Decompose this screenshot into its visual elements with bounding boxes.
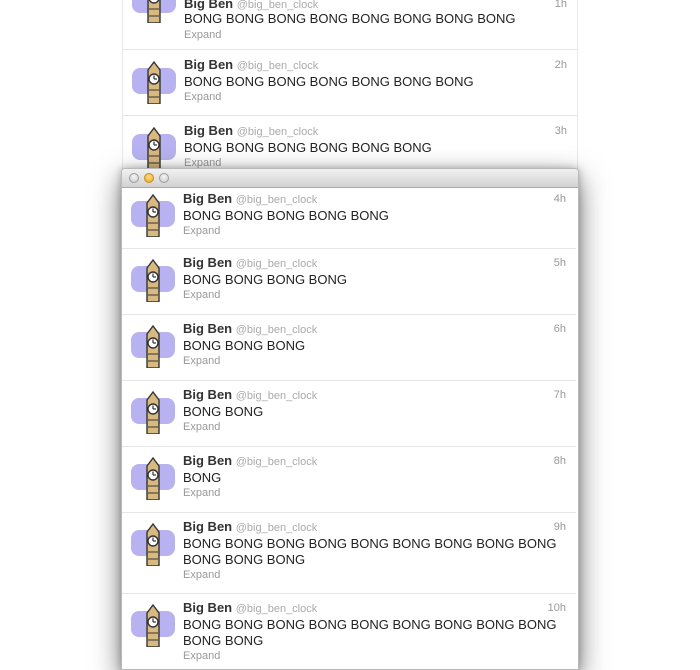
user-name[interactable]: Big Ben: [183, 321, 232, 336]
avatar-big-ben-icon[interactable]: [131, 193, 175, 237]
tweet-text: BONG BONG BONG BONG BONG BONG BONG BONG: [184, 11, 516, 26]
user-name[interactable]: Big Ben: [184, 0, 233, 11]
avatar-big-ben-icon[interactable]: [131, 324, 175, 368]
avatar-big-ben-icon[interactable]: [131, 390, 175, 434]
expand-link[interactable]: Expand: [184, 29, 221, 41]
timestamp[interactable]: 3h: [555, 125, 567, 137]
tweet-header: Big Ben @big_ben_clock: [184, 57, 318, 72]
avatar-big-ben-icon[interactable]: [131, 603, 175, 647]
user-name[interactable]: Big Ben: [183, 600, 232, 615]
user-name[interactable]: Big Ben: [183, 191, 232, 206]
tweet-header: Big Ben @big_ben_clock: [183, 191, 317, 206]
tweet-text: BONG BONG BONG BONG: [183, 272, 347, 287]
tweet-header: Big Ben @big_ben_clock: [183, 387, 317, 402]
window-titlebar[interactable]: [122, 169, 578, 188]
timestamp[interactable]: 9h: [554, 521, 566, 533]
timestamp[interactable]: 4h: [554, 193, 566, 205]
tweet-header: Big Ben @big_ben_clock: [184, 123, 318, 138]
tweet-item[interactable]: Big Ben @big_ben_clock 10h BONG BONG BON…: [122, 594, 576, 669]
tweet-item[interactable]: Big Ben @big_ben_clock 6h BONG BONG BONG…: [122, 315, 576, 381]
tweet-header: Big Ben @big_ben_clock: [183, 321, 317, 336]
timestamp[interactable]: 7h: [554, 389, 566, 401]
tweet-header: Big Ben @big_ben_clock: [183, 600, 317, 615]
avatar-big-ben-icon[interactable]: [131, 258, 175, 302]
timestamp[interactable]: 8h: [554, 455, 566, 467]
expand-link[interactable]: Expand: [184, 91, 221, 103]
timestamp[interactable]: 2h: [555, 59, 567, 71]
user-handle[interactable]: @big_ben_clock: [236, 603, 318, 615]
tweet-item[interactable]: Big Ben @big_ben_clock 8h BONG Expand: [122, 447, 576, 513]
expand-link[interactable]: Expand: [183, 487, 220, 499]
avatar-big-ben-icon[interactable]: [132, 126, 176, 170]
tweet-text: BONG BONG BONG BONG BONG BONG BONG: [184, 74, 474, 89]
tweet-text: BONG BONG: [183, 404, 264, 419]
tweet-item[interactable]: Big Ben @big_ben_clock 4h BONG BONG BONG…: [122, 188, 576, 249]
expand-link[interactable]: Expand: [183, 289, 220, 301]
user-handle[interactable]: @big_ben_clock: [236, 194, 318, 206]
avatar-big-ben-icon[interactable]: [131, 522, 175, 566]
tweet-text: BONG: [183, 470, 222, 485]
user-handle[interactable]: @big_ben_clock: [236, 258, 318, 270]
tweet-item[interactable]: Big Ben @big_ben_clock 5h BONG BONG BONG…: [122, 249, 576, 315]
tweet-header: Big Ben @big_ben_clock: [183, 519, 317, 534]
tweet-item[interactable]: Big Ben @big_ben_clock 1h BONG BONG BONG…: [123, 0, 577, 50]
expand-link[interactable]: Expand: [183, 225, 220, 237]
user-name[interactable]: Big Ben: [183, 255, 232, 270]
background-window: Big Ben @big_ben_clock 1h BONG BONG BONG…: [122, 0, 578, 190]
user-handle[interactable]: @big_ben_clock: [237, 60, 319, 72]
user-name[interactable]: Big Ben: [184, 57, 233, 72]
close-button[interactable]: [129, 173, 139, 183]
user-handle[interactable]: @big_ben_clock: [236, 456, 318, 468]
user-handle[interactable]: @big_ben_clock: [237, 0, 319, 11]
timestamp[interactable]: 10h: [548, 602, 566, 614]
expand-link[interactable]: Expand: [183, 650, 220, 662]
minimize-button[interactable]: [144, 173, 154, 183]
tweet-item[interactable]: Big Ben @big_ben_clock 7h BONG BONG Expa…: [122, 381, 576, 447]
zoom-button[interactable]: [159, 173, 169, 183]
tweet-text: BONG BONG BONG BONG BONG BONG BONG BONG …: [183, 536, 557, 567]
user-name[interactable]: Big Ben: [184, 123, 233, 138]
tweet-item[interactable]: Big Ben @big_ben_clock 2h BONG BONG BONG…: [123, 51, 577, 116]
expand-link[interactable]: Expand: [183, 355, 220, 367]
avatar-big-ben-icon[interactable]: [131, 456, 175, 500]
user-handle[interactable]: @big_ben_clock: [236, 522, 318, 534]
tweet-text: BONG BONG BONG BONG BONG BONG: [184, 140, 432, 155]
user-handle[interactable]: @big_ben_clock: [237, 126, 319, 138]
tweets-window: Big Ben @big_ben_clock 4h BONG BONG BONG…: [121, 168, 579, 670]
user-handle[interactable]: @big_ben_clock: [236, 324, 318, 336]
tweet-header: Big Ben @big_ben_clock: [184, 0, 318, 11]
tweet-header: Big Ben @big_ben_clock: [183, 453, 317, 468]
tweet-text: BONG BONG BONG: [183, 338, 306, 353]
timestamp[interactable]: 6h: [554, 323, 566, 335]
tweet-text: BONG BONG BONG BONG BONG: [183, 208, 389, 223]
expand-link[interactable]: Expand: [183, 569, 220, 581]
user-name[interactable]: Big Ben: [183, 519, 232, 534]
timestamp[interactable]: 1h: [555, 0, 567, 10]
tweet-header: Big Ben @big_ben_clock: [183, 255, 317, 270]
avatar-big-ben-icon[interactable]: [132, 0, 176, 23]
avatar-big-ben-icon[interactable]: [132, 60, 176, 104]
timestamp[interactable]: 5h: [554, 257, 566, 269]
tweet-text: BONG BONG BONG BONG BONG BONG BONG BONG …: [183, 617, 557, 648]
expand-link[interactable]: Expand: [183, 421, 220, 433]
user-name[interactable]: Big Ben: [183, 453, 232, 468]
tweet-item[interactable]: Big Ben @big_ben_clock 9h BONG BONG BONG…: [122, 513, 576, 594]
user-name[interactable]: Big Ben: [183, 387, 232, 402]
user-handle[interactable]: @big_ben_clock: [236, 390, 318, 402]
